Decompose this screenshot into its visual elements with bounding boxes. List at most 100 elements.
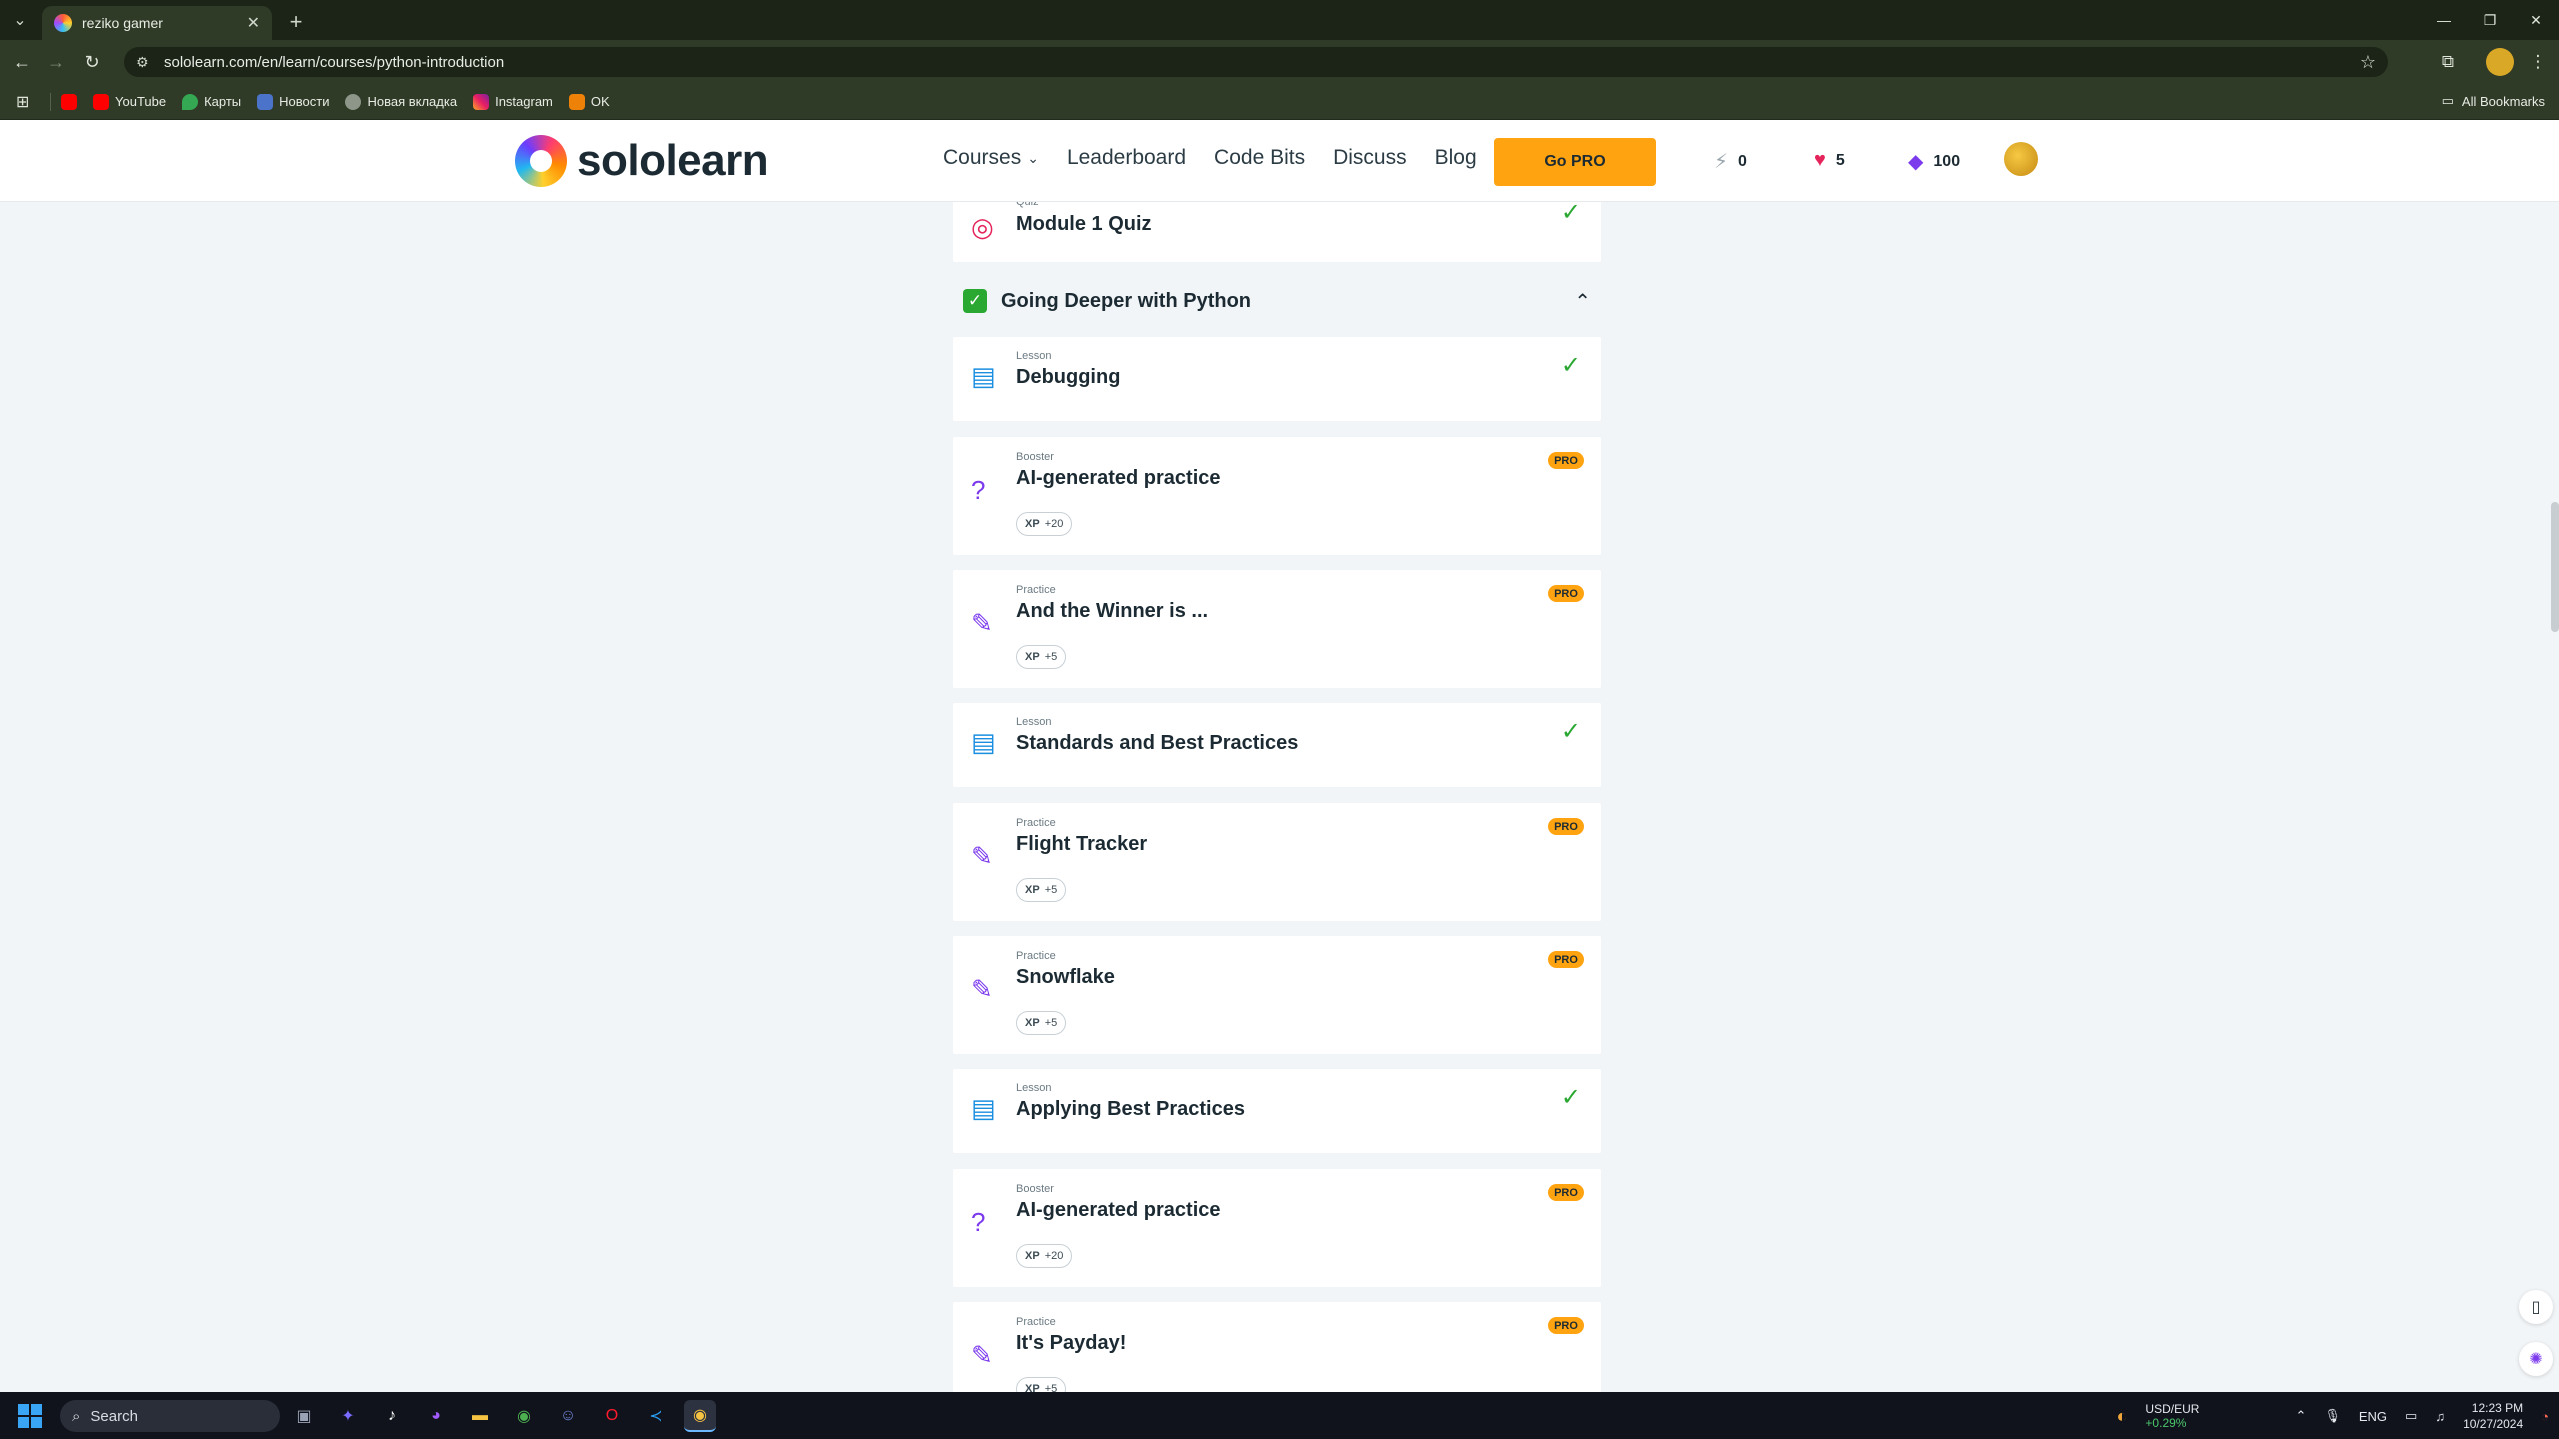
close-tab-icon[interactable]: ✕ xyxy=(247,13,260,33)
booster-card[interactable]: ? Booster AI-generated practice PRO XP +2… xyxy=(953,437,1601,555)
tab-search-chevron-icon[interactable]: ⌄ xyxy=(6,6,34,34)
user-avatar[interactable] xyxy=(2004,142,2038,176)
restore-button[interactable]: ❐ xyxy=(2467,0,2513,40)
nav-discuss[interactable]: Discuss xyxy=(1333,146,1407,170)
extensions-puzzle-icon[interactable]: ⧉ xyxy=(2434,48,2462,76)
pencil-edit-icon: ✎ xyxy=(971,841,993,871)
tiktok-icon[interactable]: ♪ xyxy=(376,1400,408,1432)
question-mark-icon: ? xyxy=(971,475,986,505)
hearts-counter[interactable]: ♥ 5 xyxy=(1814,149,1845,172)
reading-mode-icon[interactable]: ▯ xyxy=(2519,1290,2553,1324)
site-header: sololearn Courses ⌄ Leaderboard Code Bits… xyxy=(0,120,2559,202)
practice-card[interactable]: ✎ Practice It's Payday! PRO XP +5 xyxy=(953,1302,1601,1392)
nav-courses[interactable]: Courses ⌄ xyxy=(943,146,1039,170)
bookmark-maps[interactable]: Карты xyxy=(182,93,241,110)
bookmark-label: OK xyxy=(590,94,610,109)
file-explorer-icon[interactable]: ▬ xyxy=(464,1400,496,1432)
go-pro-button[interactable]: Go PRO xyxy=(1494,138,1656,186)
chrome-profile-icon[interactable]: ◉ xyxy=(684,1400,716,1432)
volume-icon[interactable]: ♫ xyxy=(2435,1409,2445,1424)
gem-icon: ◆ xyxy=(1908,151,1924,173)
system-tray: ◐ USD/EUR +0.29% ⌃ 🎙︎ ENG ▭ ♫ 12:23 PM 1… xyxy=(2117,1396,2549,1436)
chevron-down-icon: ⌄ xyxy=(1027,149,1039,166)
language-indicator[interactable]: ENG xyxy=(2359,1409,2387,1424)
taskbar-search[interactable]: ⌕ Search xyxy=(60,1400,280,1432)
booster-card[interactable]: ? Booster AI-generated practice PRO XP +2… xyxy=(953,1169,1601,1287)
currency-widget-icon[interactable]: ◐ xyxy=(2117,1406,2128,1427)
site-info-icon[interactable]: ⚙ xyxy=(136,54,156,71)
bookmarks-bar: ⊞ YouTube Карты Новости Новая вкладка In… xyxy=(0,84,2559,120)
lesson-card[interactable]: ▤ Lesson Applying Best Practices ✓ xyxy=(953,1069,1601,1153)
all-bookmarks-button[interactable]: ▭ All Bookmarks xyxy=(2442,93,2545,109)
forward-arrow-icon[interactable]: → xyxy=(42,48,70,76)
chevron-up-icon[interactable]: ⌃ xyxy=(1574,289,1591,314)
item-type: Practice xyxy=(1016,950,1056,962)
xp-label: XP xyxy=(1025,1017,1040,1029)
minimize-button[interactable]: — xyxy=(2421,0,2467,40)
xp-value: +20 xyxy=(1044,1250,1064,1262)
module-title: Going Deeper with Python xyxy=(1001,289,1252,312)
module-complete-checkbox-icon: ✓ xyxy=(963,289,987,313)
search-icon: ⌕ xyxy=(72,1407,81,1425)
practice-card[interactable]: ✎ Practice Snowflake PRO XP +5 xyxy=(953,936,1601,1054)
practice-card[interactable]: ✎ Practice Flight Tracker PRO XP +5 xyxy=(953,803,1601,921)
page-scrollbar[interactable] xyxy=(2551,502,2559,632)
bookmark-youtube[interactable]: YouTube xyxy=(93,93,166,110)
reload-icon[interactable]: ↻ xyxy=(78,48,106,76)
discord-icon[interactable]: ☺ xyxy=(552,1400,584,1432)
notification-bell-icon[interactable]: ◔ xyxy=(2541,1409,2549,1424)
ai-assistant-brain-icon[interactable]: ✺ xyxy=(2519,1342,2553,1376)
item-title: Module 1 Quiz xyxy=(1016,213,1152,235)
bookmarks-divider xyxy=(50,92,51,111)
module-quiz-card[interactable]: ◎ Quiz Module 1 Quiz ✓ xyxy=(953,202,1601,262)
task-view-icon[interactable]: ▣ xyxy=(288,1400,320,1432)
gems-counter[interactable]: ◆ 100 xyxy=(1908,149,1960,174)
browser-tab[interactable]: reziko gamer ✕ xyxy=(42,6,272,40)
bookmark-ok[interactable]: OK xyxy=(568,93,610,110)
bookmark-instagram[interactable]: Instagram xyxy=(473,93,553,110)
streak-counter[interactable]: ⚡ 0 xyxy=(1714,149,1747,174)
address-bar[interactable]: ⚙ sololearn.com/en/learn/courses/python-… xyxy=(124,47,2388,77)
microphone-icon[interactable]: 🎙︎ xyxy=(2324,1408,2341,1424)
xp-chip: XP +20 xyxy=(1016,512,1073,536)
vscode-icon[interactable]: ≺ xyxy=(640,1400,672,1432)
practice-card[interactable]: ✎ Practice And the Winner is ... PRO XP +… xyxy=(953,570,1601,688)
lesson-card[interactable]: ▤ Lesson Debugging ✓ xyxy=(953,337,1601,421)
sololearn-favicon-icon xyxy=(54,14,72,32)
module-header[interactable]: ✓ Going Deeper with Python ⌃ xyxy=(953,278,1601,324)
pro-badge: PRO xyxy=(1548,1317,1584,1334)
lesson-card[interactable]: ▤ Lesson Standards and Best Practices ✓ xyxy=(953,703,1601,787)
nav-code-bits[interactable]: Code Bits xyxy=(1214,146,1305,170)
new-tab-button[interactable]: + xyxy=(282,8,310,36)
youtube-icon xyxy=(93,93,109,110)
currency-widget[interactable]: USD/EUR +0.29% xyxy=(2145,1402,2199,1430)
taskbar-clock[interactable]: 12:23 PM 10/27/2024 xyxy=(2463,1400,2523,1432)
xp-value: +5 xyxy=(1044,1017,1058,1029)
apps-grid-icon[interactable]: ⊞ xyxy=(16,92,46,112)
chevron-up-icon[interactable]: ⌃ xyxy=(2295,1408,2306,1424)
clock-date: 10/27/2024 xyxy=(2463,1417,2524,1431)
profile-avatar[interactable] xyxy=(2486,48,2514,76)
nav-blog[interactable]: Blog xyxy=(1435,146,1477,170)
copilot-icon[interactable]: ✦ xyxy=(332,1400,364,1432)
nav-leaderboard[interactable]: Leaderboard xyxy=(1067,146,1186,170)
bookmark-news[interactable]: Новости xyxy=(257,93,330,110)
back-arrow-icon[interactable]: ← xyxy=(8,48,36,76)
logo-text: sololearn xyxy=(577,136,769,185)
bookmark-new-tab[interactable]: Новая вкладка xyxy=(345,93,457,110)
item-title: Snowflake xyxy=(1016,966,1115,988)
bookmark-label: Новости xyxy=(279,94,330,109)
item-type: Practice xyxy=(1016,584,1056,596)
item-title: Applying Best Practices xyxy=(1016,1098,1245,1120)
chrome-icon[interactable]: ◉ xyxy=(508,1400,540,1432)
sololearn-logo[interactable]: sololearn xyxy=(515,134,769,188)
browser-menu-icon[interactable]: ⋮ xyxy=(2524,48,2552,76)
bookmark-star-icon[interactable]: ☆ xyxy=(2360,52,2376,73)
nav-label: Courses xyxy=(943,146,1022,169)
close-window-button[interactable]: ✕ xyxy=(2513,0,2559,40)
windows-start-icon[interactable] xyxy=(18,1404,42,1428)
opera-icon[interactable]: O xyxy=(596,1400,628,1432)
bookmark-youtube-shortcut[interactable] xyxy=(61,93,77,110)
network-icon[interactable]: ▭ xyxy=(2405,1408,2417,1424)
messenger-icon[interactable]: ◕ xyxy=(420,1400,452,1432)
